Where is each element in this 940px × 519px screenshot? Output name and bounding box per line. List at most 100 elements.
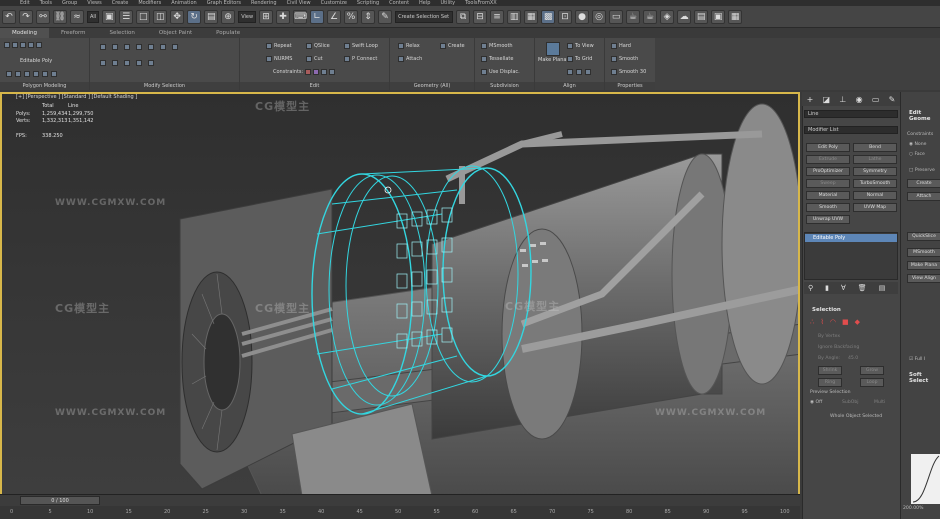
relax-button[interactable]: Relax [398, 43, 420, 49]
utilities-tab-icon[interactable]: ✎ [889, 95, 896, 104]
modify-selection-tools[interactable] [100, 44, 178, 50]
modify-selection-tools-row2[interactable] [100, 60, 154, 66]
preserve-uvs-checkbox[interactable]: □ Preserve [909, 168, 935, 173]
configure-sets-icon[interactable]: ▤ [879, 282, 886, 294]
preview-multi-radio[interactable]: Multi [874, 400, 885, 405]
modifier-set-button[interactable]: UVW Map [853, 203, 897, 212]
unlink-icon[interactable]: ⛓ [53, 9, 67, 24]
modifier-set-button[interactable]: Symmetry [853, 167, 897, 176]
track-bar[interactable]: 0 5 10 15 20 25 30 35 40 45 50 55 60 65 70 75 80 85 90 95 10… [0, 506, 800, 519]
percent-snap-icon[interactable]: % [344, 9, 359, 24]
reference-coordinate-dropdown[interactable]: View [238, 10, 257, 23]
viewport-scene[interactable] [2, 94, 800, 494]
constraint-face-radio[interactable]: ○ Face [909, 152, 925, 157]
modifier-list-dropdown[interactable]: Modifier List [804, 126, 898, 134]
preview-subobj-radio[interactable]: SubObj [842, 400, 859, 405]
make-planar-button-2[interactable]: Make Plana [907, 261, 940, 270]
placement-icon[interactable]: ⊕ [221, 9, 236, 24]
cut-button[interactable]: Cut [306, 56, 323, 62]
ribbon-tab[interactable]: Modeling [0, 28, 50, 38]
ribbon-tab[interactable]: Freeform [49, 28, 98, 38]
subobject-icons[interactable] [4, 42, 42, 48]
active-shade-icon[interactable]: ◈ [660, 9, 675, 24]
material-editor-icon[interactable]: ● [575, 9, 590, 24]
render-setup-icon[interactable]: ◎ [592, 9, 607, 24]
modifier-set-button[interactable]: Unwrap UVW [806, 215, 850, 224]
schematic-view-icon[interactable]: ⊡ [558, 9, 573, 24]
grow-button[interactable]: Grow [860, 366, 884, 375]
modifier-set-button[interactable]: Edit Poly [806, 143, 850, 152]
modifier-set-button[interactable]: Smooth [806, 203, 850, 212]
window-crossing-icon[interactable]: ◫ [153, 9, 168, 24]
display-tab-icon[interactable]: ▭ [872, 95, 880, 104]
make-planar-button[interactable]: Make Planar [538, 42, 569, 63]
hard-button[interactable]: Hard [611, 43, 631, 49]
subdivision-group-label[interactable]: Subdivision [475, 82, 534, 90]
rect-region-icon[interactable]: □ [136, 9, 151, 24]
modify-tab-icon[interactable]: ◪ [823, 95, 831, 104]
undo-icon[interactable]: ↶ [2, 9, 16, 24]
selection-filter-dropdown[interactable]: All [87, 10, 100, 23]
edit-geometry-rollout-title[interactable]: Edit Geome [909, 110, 940, 122]
hierarchy-tab-icon[interactable]: ⊥ [839, 95, 846, 104]
toolbar-extra-icon[interactable]: ▦ [728, 9, 743, 24]
redo-icon[interactable]: ↷ [19, 9, 33, 24]
qslice-button[interactable]: QSlice [306, 43, 330, 49]
render-production-icon[interactable]: ☕ [626, 9, 641, 24]
render-setup-alt-icon[interactable]: ▣ [711, 9, 726, 24]
tessellate-button[interactable]: Tessellate [481, 56, 513, 62]
render-iterative-icon[interactable]: ☕ [643, 9, 658, 24]
attach-button[interactable]: Attach [398, 56, 422, 62]
spinner-snap-icon[interactable]: ⇕ [361, 9, 376, 24]
modifier-set-button[interactable]: Lathe [853, 155, 897, 164]
shrink-button[interactable]: Shrink [818, 366, 842, 375]
named-selection-set-dropdown[interactable]: Create Selection Set [395, 10, 454, 23]
modifier-set-button[interactable]: ProOptimizer [806, 167, 850, 176]
time-slider[interactable]: 0 / 100 [20, 496, 100, 505]
snap-toggle-icon[interactable]: ∟ [310, 9, 325, 24]
soft-selection-rollout-title[interactable]: Soft Select [909, 372, 940, 384]
by-angle-value[interactable]: 45.0 [848, 356, 858, 361]
quickslice-button[interactable]: QuickSlice [907, 232, 940, 241]
modify-selection-label[interactable]: Modify Selection [90, 82, 239, 90]
scale-icon[interactable]: ▤ [204, 9, 219, 24]
use-displacement-button[interactable]: Use Displac. [481, 69, 520, 75]
mirror-icon[interactable]: ⧉ [456, 9, 471, 24]
smooth-button[interactable]: Smooth [611, 56, 638, 62]
geometry-group-label[interactable]: Geometry (All) [390, 82, 474, 90]
make-unique-icon[interactable]: ∀ [841, 282, 846, 294]
select-manipulate-icon[interactable]: ✚ [276, 9, 291, 24]
align-group-label[interactable]: Align [535, 82, 604, 90]
modifier-set-button[interactable]: TurboSmooth [853, 179, 897, 188]
polygon-modeling-tools[interactable] [6, 71, 57, 77]
align-icon[interactable]: ⊟ [473, 9, 488, 24]
editable-poly-label[interactable]: Editable Poly [20, 58, 52, 64]
ribbon-tab[interactable]: Object Paint [147, 28, 204, 38]
motion-tab-icon[interactable]: ◉ [856, 95, 863, 104]
perspective-viewport[interactable] [0, 92, 800, 494]
swift-loop-button[interactable]: Swift Loop [344, 43, 378, 49]
ignore-backfacing-checkbox[interactable]: Ignore Backfacing [818, 345, 859, 350]
viewport-label[interactable]: [+] [Perspective ] [Standard ] [Default … [16, 94, 137, 100]
view-align-button[interactable]: View Align [907, 274, 940, 283]
full-interactivity-checkbox[interactable]: ☑ Full I [909, 357, 925, 362]
loop-button[interactable]: Loop [860, 378, 884, 387]
ribbon-tab[interactable]: Selection [98, 28, 147, 38]
ring-button[interactable]: Ring [818, 378, 842, 387]
edit-group-label[interactable]: Edit [240, 82, 389, 90]
modifier-set-button[interactable]: Bend [853, 143, 897, 152]
create-button-2[interactable]: Create [907, 179, 940, 188]
render-in-cloud-icon[interactable]: ☁ [677, 9, 692, 24]
modifier-set-button[interactable]: Material [806, 191, 850, 200]
nurms-button[interactable]: NURMS [266, 56, 292, 62]
bind-icon[interactable]: ≈ [70, 9, 84, 24]
modifier-set-button[interactable]: Extrude [806, 155, 850, 164]
move-icon[interactable]: ✥ [170, 9, 185, 24]
attach-button-2[interactable]: Attach [907, 192, 940, 201]
link-icon[interactable]: ⚯ [36, 9, 50, 24]
align-axis-buttons[interactable] [567, 69, 591, 75]
by-angle-checkbox[interactable]: By Angle: [818, 356, 840, 361]
toggle-layer-explorer-icon[interactable]: ▥ [507, 9, 522, 24]
curve-editor-icon[interactable]: ▩ [541, 9, 556, 24]
modifier-set-button[interactable]: Sweep [806, 179, 850, 188]
